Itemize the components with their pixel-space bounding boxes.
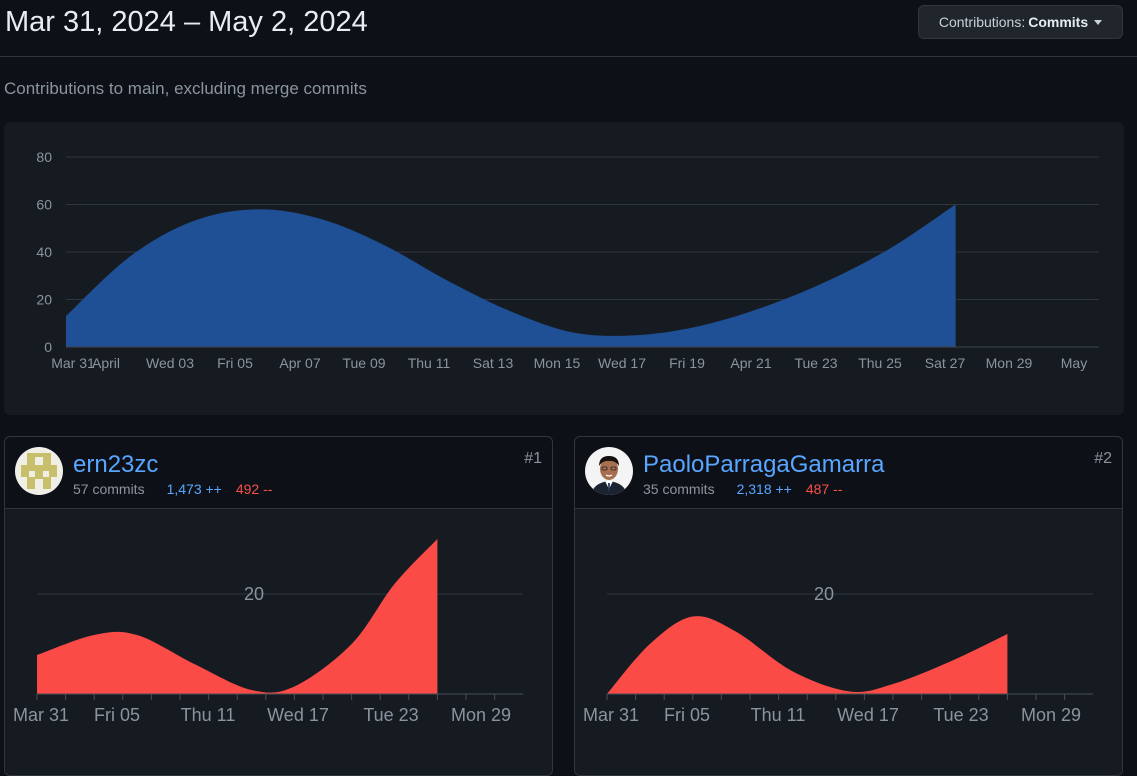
y-tick-label: 20 xyxy=(244,584,264,604)
contributions-dropdown-prefix: Contributions: xyxy=(938,14,1026,30)
profile-photo-avatar-icon xyxy=(585,447,633,495)
series-area xyxy=(37,539,438,694)
contributor-rank: #1 xyxy=(524,450,542,467)
caret-down-icon xyxy=(1094,19,1103,25)
contributor-stats: 35 commits 2,318 ++ 487 -- xyxy=(643,481,842,497)
contributor-chart[interactable]: 20 Mar 31 Fri 05 Thu 11 Wed 17 Tue 23 Mon 29 xyxy=(575,509,1122,775)
contributor-card-header: PaoloParragaGamarra 35 commits 2,318 ++ 48… xyxy=(575,437,1122,509)
x-tick-label: Fri 05 xyxy=(94,705,140,725)
deletions-count: 487 -- xyxy=(805,481,843,497)
x-tick-label: Mon 15 xyxy=(534,355,581,371)
x-tick-label: May xyxy=(1061,355,1087,371)
contributor-chart[interactable]: 20 Mar 31 Fri 05 Thu 11 Wed 17 Tue 23 Mon 29 xyxy=(5,509,552,775)
contributor-stats: 57 commits 1,473 ++ 492 -- xyxy=(73,481,272,497)
x-tick-label: Thu 25 xyxy=(858,355,902,371)
x-tick-label: Wed 17 xyxy=(837,705,899,725)
x-tick-label: Fri 05 xyxy=(664,705,710,725)
x-tick-label: Thu 11 xyxy=(408,355,451,371)
x-tick-label: Thu 11 xyxy=(751,705,806,725)
x-tick-label: Mar 31 xyxy=(583,705,639,725)
contributions-type-dropdown[interactable]: Contributions: Commits xyxy=(918,5,1123,39)
x-tick-label: Fri 05 xyxy=(217,355,253,371)
y-tick-label: 0 xyxy=(44,339,52,355)
commit-count: 57 commits xyxy=(73,481,145,497)
x-tick-label: Tue 09 xyxy=(342,355,385,371)
x-tick-label: Mar 31 xyxy=(13,705,69,725)
commits-overview-svg: 0 20 40 60 80 Mar 31April Wed 03 Fri 05 Apr 07 Tu… xyxy=(36,149,1099,371)
x-tick-label: Mon 29 xyxy=(451,705,511,725)
contributor-rank: #2 xyxy=(1094,450,1112,467)
x-tick-label: Tue 23 xyxy=(794,355,837,371)
deletions-count: 492 -- xyxy=(235,481,273,497)
x-tick-label: Sat 27 xyxy=(925,355,966,371)
avatar[interactable] xyxy=(585,447,633,495)
series-area xyxy=(66,204,956,347)
chart-subtitle: Contributions to main, excluding merge c… xyxy=(4,79,367,98)
contributor-chart-svg: 20 Mar 31 Fri 05 Thu 11 Wed 17 Tue 23 Mon 29 xyxy=(13,539,523,725)
additions-count: 2,318 ++ xyxy=(736,481,792,497)
additions-count: 1,473 ++ xyxy=(166,481,222,497)
x-tick-label: Tue 23 xyxy=(363,705,418,725)
contributor-chart-svg: 20 Mar 31 Fri 05 Thu 11 Wed 17 Tue 23 Mon 29 xyxy=(583,584,1093,725)
y-tick-label: 20 xyxy=(36,292,52,308)
x-tick-label: Sat 13 xyxy=(473,355,514,371)
commits-overview-chart[interactable]: 0 20 40 60 80 Mar 31 April Wed 03 Fri 05 Apr 07 Tu… xyxy=(4,122,1124,415)
contributor-card-header: ern23zc 57 commits 1,473 ++ 492 -- #1 xyxy=(5,437,552,509)
x-tick-label: Thu 11 xyxy=(181,705,236,725)
commit-count: 35 commits xyxy=(643,481,715,497)
x-tick-label: Wed 17 xyxy=(267,705,329,725)
y-tick-label: 20 xyxy=(814,584,834,604)
x-tick-label: Mon 29 xyxy=(986,355,1033,371)
x-tick-label: Wed 17 xyxy=(598,355,646,371)
contributor-card-1: ern23zc 57 commits 1,473 ++ 492 -- #1 20 Ma… xyxy=(4,436,553,776)
avatar[interactable] xyxy=(15,447,63,495)
x-tick-label: Tue 23 xyxy=(933,705,988,725)
series-area xyxy=(607,616,1008,694)
x-tick-label: April xyxy=(92,355,120,371)
y-tick-label: 80 xyxy=(36,149,52,165)
date-range-title: Mar 31, 2024 – May 2, 2024 xyxy=(5,6,368,38)
y-tick-label: 60 xyxy=(36,197,52,213)
page-header: Mar 31, 2024 – May 2, 2024 Contributions… xyxy=(0,0,1137,57)
x-tick-label: Fri 19 xyxy=(669,355,705,371)
x-tick-label: Apr 21 xyxy=(730,355,771,371)
identicon-avatar-icon xyxy=(15,447,63,495)
contributions-dropdown-value: Commits xyxy=(1028,14,1089,30)
x-tick-label: Mar 31 xyxy=(51,355,95,371)
x-tick-label: Apr 07 xyxy=(279,355,320,371)
y-tick-label: 40 xyxy=(36,244,52,260)
contributor-username-link[interactable]: PaoloParragaGamarra xyxy=(643,451,884,479)
x-tick-label: Mon 29 xyxy=(1021,705,1081,725)
contributor-card-2: PaoloParragaGamarra 35 commits 2,318 ++ 48… xyxy=(574,436,1123,776)
x-tick-label: Wed 03 xyxy=(146,355,194,371)
contributor-username-link[interactable]: ern23zc xyxy=(73,451,158,479)
